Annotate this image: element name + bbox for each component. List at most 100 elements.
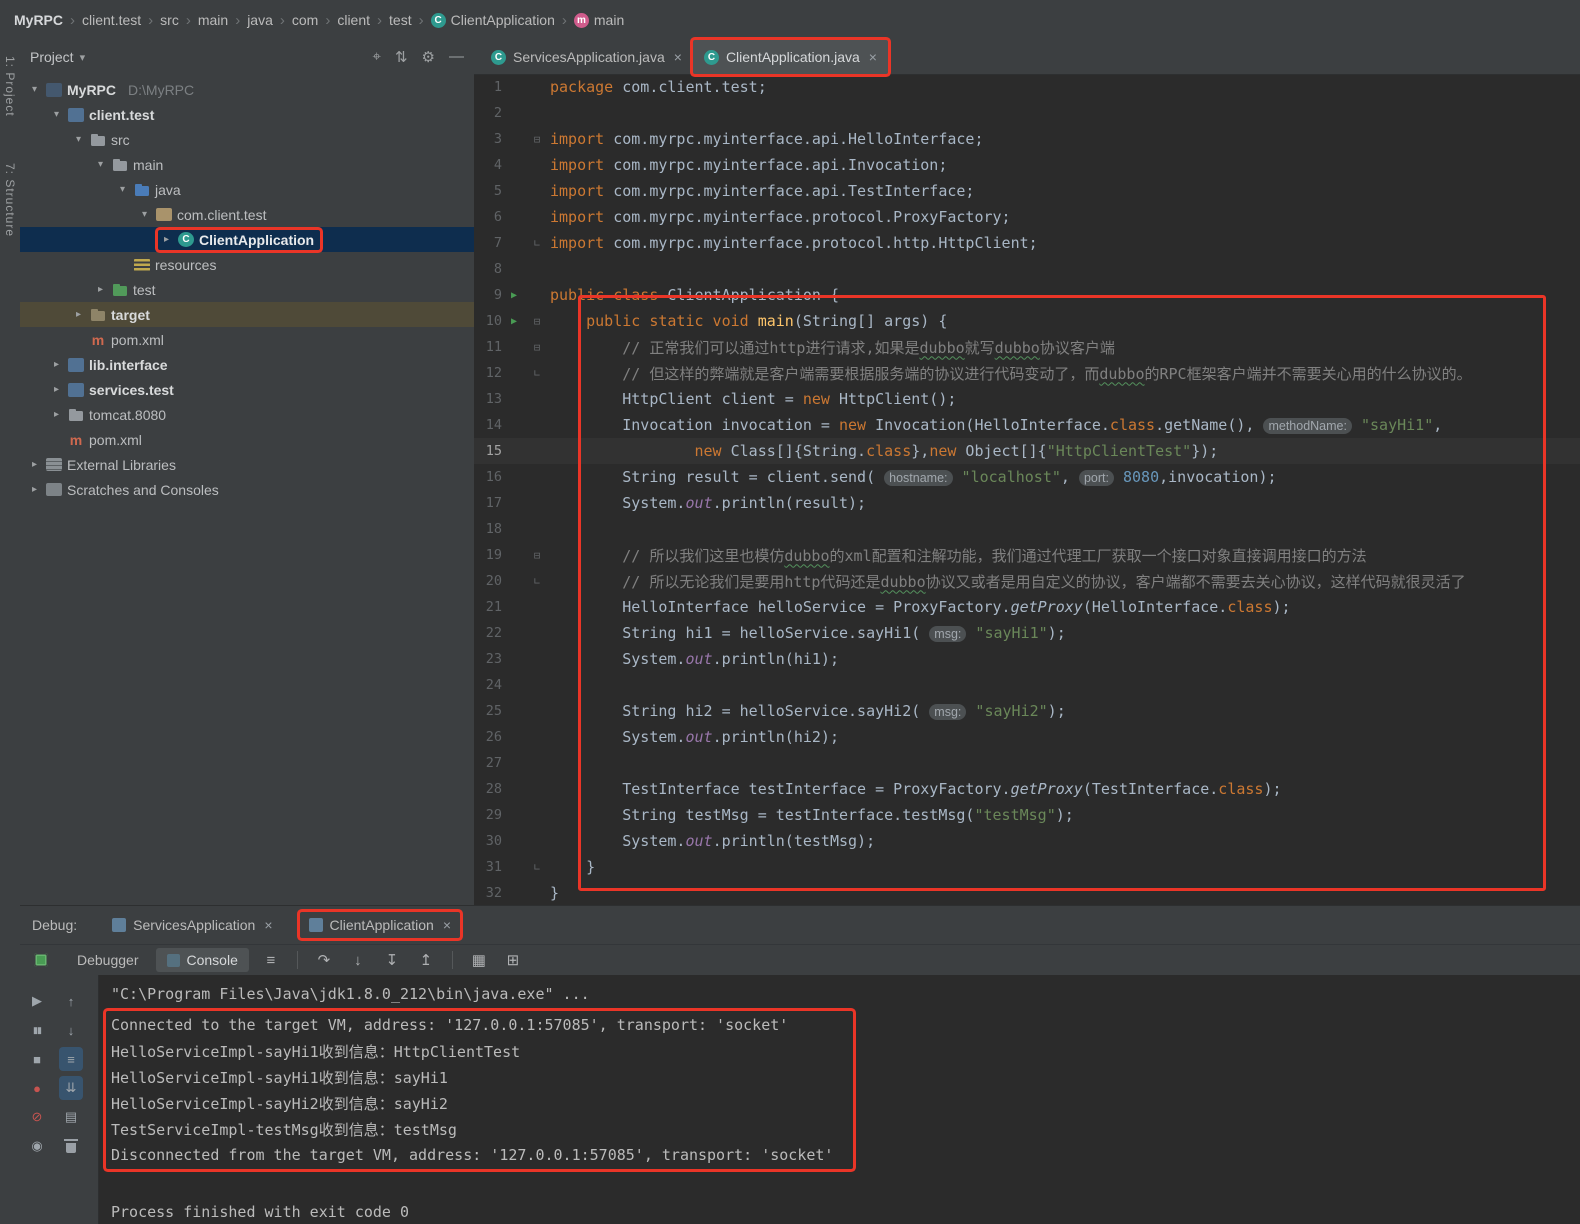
tree-item-java[interactable]: ▾ java	[20, 177, 474, 202]
tree-item-lib-interface[interactable]: ▸ lib.interface	[20, 352, 474, 377]
step-up-icon[interactable]: ↑	[59, 989, 83, 1013]
code-line[interactable]: 25 String hi2 = helloService.sayHi2( msg…	[474, 698, 1580, 724]
code-line[interactable]: 13 HttpClient client = new HttpClient();	[474, 386, 1580, 412]
chevron-down-icon[interactable]: ▾	[138, 209, 151, 220]
close-icon[interactable]: ×	[674, 49, 682, 65]
tree-item-main[interactable]: ▾ main	[20, 152, 474, 177]
chevron-right-icon[interactable]: ▸	[160, 234, 173, 245]
code-line[interactable]: 17 System.out.println(result);	[474, 490, 1580, 516]
breadcrumb-item-com[interactable]: com	[292, 12, 318, 28]
code-line[interactable]: 8	[474, 256, 1580, 282]
stop-icon[interactable]: ■	[25, 1047, 49, 1071]
code-line[interactable]: 31 ∟ }	[474, 854, 1580, 880]
close-icon[interactable]: ×	[443, 917, 451, 933]
tree-item-client-test[interactable]: ▾ client.test	[20, 102, 474, 127]
fold-toggle-icon[interactable]: ⊟	[526, 133, 548, 146]
project-view-selector[interactable]: Project ▾	[30, 49, 85, 65]
code-line[interactable]: 3 ⊟ import com.myrpc.myinterface.api.Hello…	[474, 126, 1580, 152]
tree-item-pom-xml[interactable]: m pom.xml	[20, 327, 474, 352]
force-step-into-icon[interactable]: ↧	[380, 951, 404, 969]
settings-icon[interactable]: ≡	[59, 1047, 83, 1071]
clear-console-icon[interactable]	[59, 1134, 83, 1158]
code-line[interactable]: 22 String hi1 = helloService.sayHi1( msg…	[474, 620, 1580, 646]
tree-item-clientapplication[interactable]: ▸ C ClientApplication	[20, 227, 474, 252]
code-line[interactable]: 18	[474, 516, 1580, 542]
console-output[interactable]: "C:\Program Files\Java\jdk1.8.0_212\bin\…	[99, 975, 1580, 1224]
chevron-right-icon[interactable]: ▸	[50, 359, 63, 370]
close-icon[interactable]: ×	[869, 49, 877, 65]
breadcrumb-item-clientapplication[interactable]: C ClientApplication	[430, 12, 555, 28]
code-line[interactable]: 27	[474, 750, 1580, 776]
scroll-to-end-icon[interactable]: ⇊	[59, 1076, 83, 1100]
tree-item-scratches-and-consoles[interactable]: ▸ Scratches and Consoles	[20, 477, 474, 502]
fold-toggle-icon[interactable]: ∟	[526, 861, 548, 874]
step-out-icon[interactable]: ↥	[414, 951, 438, 969]
tab-debugger[interactable]: Debugger	[66, 948, 150, 972]
breadcrumb-item-client[interactable]: client	[337, 12, 370, 28]
breadcrumb-item-myrpc[interactable]: MyRPC	[14, 12, 63, 28]
settings-gear-icon[interactable]: ⚙	[422, 48, 435, 66]
step-into-icon[interactable]: ↓	[346, 952, 370, 969]
code-line[interactable]: 28 TestInterface testInterface = ProxyFa…	[474, 776, 1580, 802]
code-line[interactable]: 10 ▶ ⊟ public static void main(String[] ar…	[474, 308, 1580, 334]
fold-toggle-icon[interactable]: ⊟	[526, 315, 548, 328]
step-over-icon[interactable]: ↷	[312, 951, 336, 969]
restore-layout-icon[interactable]: ▦	[467, 951, 491, 969]
hide-panel-icon[interactable]: —	[449, 48, 464, 66]
code-line[interactable]: 23 System.out.println(hi1);	[474, 646, 1580, 672]
tree-item-external-libraries[interactable]: ▸ External Libraries	[20, 452, 474, 477]
code-line[interactable]: 32}	[474, 880, 1580, 905]
chevron-down-icon[interactable]: ▾	[28, 84, 41, 95]
close-icon[interactable]: ×	[264, 917, 272, 933]
code-line[interactable]: 29 String testMsg = testInterface.testMs…	[474, 802, 1580, 828]
code-line[interactable]: 5 import com.myrpc.myinterface.api.TestIn…	[474, 178, 1580, 204]
code-line[interactable]: 15 new Class[]{String.class},new Object[…	[474, 438, 1580, 464]
code-line[interactable]: 4 import com.myrpc.myinterface.api.Invoca…	[474, 152, 1580, 178]
editor-tab-clientapplication-java[interactable]: C ClientApplication.java ×	[692, 40, 888, 74]
print-icon[interactable]: ▤	[59, 1105, 83, 1129]
chevron-right-icon[interactable]: ▸	[28, 459, 41, 470]
screenshot-icon[interactable]: ◉	[25, 1134, 49, 1158]
chevron-right-icon[interactable]: ▸	[50, 384, 63, 395]
breadcrumb-item-test[interactable]: test	[389, 12, 412, 28]
code-line[interactable]: 6 import com.myrpc.myinterface.protocol.P…	[474, 204, 1580, 230]
chevron-down-icon[interactable]: ▾	[116, 184, 129, 195]
step-down-icon[interactable]: ↓	[59, 1018, 83, 1042]
breadcrumb-item-src[interactable]: src	[160, 12, 179, 28]
chevron-down-icon[interactable]: ▾	[94, 159, 107, 170]
tool-stripe-structure[interactable]: 7: Structure	[3, 163, 17, 237]
pause-icon[interactable]: ▮▮	[25, 1018, 49, 1042]
code-line[interactable]: 24	[474, 672, 1580, 698]
code-line[interactable]: 30 System.out.println(testMsg);	[474, 828, 1580, 854]
breadcrumb-item-java[interactable]: java	[247, 12, 273, 28]
resume-icon[interactable]: ▶	[25, 989, 49, 1013]
chevron-down-icon[interactable]: ▾	[50, 109, 63, 120]
code-line[interactable]: 20 ∟ // 所以无论我们是要用http代码还是dubbo协议又或者是用自定义的…	[474, 568, 1580, 594]
code-line[interactable]: 16 String result = client.send( hostname…	[474, 464, 1580, 490]
mute-breakpoints-icon[interactable]: ⊘	[25, 1105, 49, 1129]
run-line-icon[interactable]: ▶	[502, 290, 526, 301]
pin-tab-icon[interactable]: ⊞	[501, 951, 525, 969]
tree-item-pom-xml[interactable]: m pom.xml	[20, 427, 474, 452]
fold-toggle-icon[interactable]: ∟	[526, 367, 548, 380]
breadcrumb-item-main[interactable]: main	[198, 12, 228, 28]
view-breakpoints-icon[interactable]: ●	[25, 1076, 49, 1100]
code-line[interactable]: 14 Invocation invocation = new Invocatio…	[474, 412, 1580, 438]
run-line-icon[interactable]: ▶	[502, 316, 526, 327]
tree-item-src[interactable]: ▾ src	[20, 127, 474, 152]
tree-item-com-client-test[interactable]: ▾ com.client.test	[20, 202, 474, 227]
tool-stripe-project[interactable]: 1: Project	[3, 56, 17, 117]
chevron-right-icon[interactable]: ▸	[28, 484, 41, 495]
code-line[interactable]: 11 ⊟ // 正常我们可以通过http进行请求,如果是dubbo就写dubbo协…	[474, 334, 1580, 360]
chevron-right-icon[interactable]: ▸	[50, 409, 63, 420]
chevron-right-icon[interactable]: ▸	[72, 309, 85, 320]
chevron-down-icon[interactable]: ▾	[72, 134, 85, 145]
code-editor[interactable]: 1 package com.client.test; 2 3 ⊟ import com.m…	[474, 74, 1580, 905]
tree-item-services-test[interactable]: ▸ services.test	[20, 377, 474, 402]
breadcrumb-item-client-test[interactable]: client.test	[82, 12, 141, 28]
editor-tab-servicesapplication-java[interactable]: C ServicesApplication.java ×	[480, 40, 693, 74]
code-line[interactable]: 1 package com.client.test;	[474, 74, 1580, 100]
code-line[interactable]: 2	[474, 100, 1580, 126]
code-line[interactable]: 19 ⊟ // 所以我们这里也模仿dubbo的xml配置和注解功能，我们通过代理工…	[474, 542, 1580, 568]
tab-console[interactable]: Console	[155, 948, 249, 972]
